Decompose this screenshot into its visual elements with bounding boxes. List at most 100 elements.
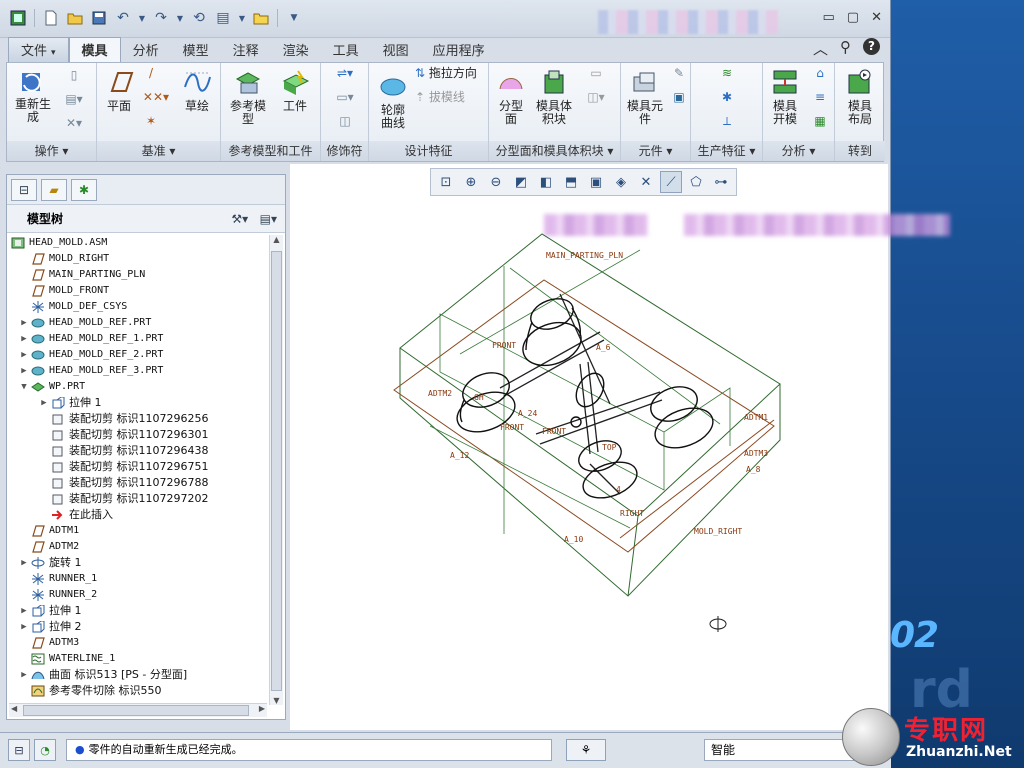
volume-split-icon[interactable]: ▭: [581, 67, 611, 80]
tree-row[interactable]: RUNNER_1: [7, 571, 269, 587]
analysis-2-icon[interactable]: ≡: [809, 91, 831, 104]
modifier-1-icon[interactable]: ⇌▾: [327, 67, 363, 80]
tab-mold[interactable]: 模具: [68, 37, 121, 62]
window-dropdown-icon[interactable]: ▼: [237, 8, 247, 28]
group-label-production[interactable]: 生产特征 ▾: [691, 141, 762, 161]
modifier-2-icon[interactable]: ▭▾: [327, 91, 363, 104]
mold-volume-button[interactable]: 模具体 积块: [531, 69, 577, 126]
volume-tool-icon[interactable]: ◫▾: [581, 91, 611, 104]
open-icon[interactable]: [65, 8, 85, 28]
regenerate-icon[interactable]: ⟲: [189, 8, 209, 28]
point-icon[interactable]: ✕✕▾: [139, 91, 173, 104]
tree-row[interactable]: ▶ HEAD_MOLD_REF_2.PRT: [7, 347, 269, 363]
undo-icon[interactable]: ↶: [113, 8, 133, 28]
parting-surface-button[interactable]: 分型 面: [493, 69, 529, 126]
tree-row[interactable]: ▶ HEAD_MOLD_REF_3.PRT: [7, 363, 269, 379]
redo-icon[interactable]: ↷: [151, 8, 171, 28]
tree-row[interactable]: HEAD_MOLD.ASM: [7, 235, 269, 251]
tab-view[interactable]: 视图: [371, 38, 421, 62]
expand-toggle-icon[interactable]: ▶: [19, 347, 29, 363]
tab-render[interactable]: 渲染: [271, 38, 321, 62]
show-navigator-icon[interactable]: ⊟: [8, 739, 30, 761]
hscroll-thumb[interactable]: [23, 705, 249, 716]
paste-icon[interactable]: ▤▾: [59, 93, 89, 106]
tree-row[interactable]: ▶ 拉伸 1: [7, 603, 269, 619]
graphics-window[interactable]: ⊡ ⊕ ⊖ ◩ ◧ ⬒ ▣ ◈ ✕ ⟋ ⬠ ⊶ MAIN_PARTING_PLN…: [290, 164, 950, 730]
search-icon[interactable]: ⚲: [840, 38, 851, 59]
tree-row[interactable]: ADTM1: [7, 523, 269, 539]
tree-row[interactable]: 装配切剪 标识1107296301: [7, 427, 269, 443]
tree-row[interactable]: WATERLINE_1: [7, 651, 269, 667]
runner-icon[interactable]: ✱: [711, 91, 743, 104]
tab-applications[interactable]: 应用程序: [421, 38, 497, 62]
app-icon[interactable]: [8, 8, 28, 28]
sketch-button[interactable]: 草绘: [177, 69, 217, 113]
drag-direction-button[interactable]: ⇅ 拖拉方向: [415, 67, 487, 80]
expand-toggle-icon[interactable]: ▶: [19, 619, 29, 635]
folder-icon[interactable]: [251, 8, 271, 28]
csys-icon[interactable]: ✶: [139, 115, 163, 128]
collapse-ribbon-icon[interactable]: ︿: [813, 38, 828, 59]
redo-dropdown-icon[interactable]: ▼: [175, 8, 185, 28]
profile-curve-button[interactable]: 轮廓 曲线: [373, 73, 413, 130]
selection-filter[interactable]: 智能: [704, 739, 854, 761]
waterline-icon[interactable]: ≋: [711, 67, 743, 80]
modifier-3-icon[interactable]: ◫: [327, 115, 363, 128]
expand-toggle-icon[interactable]: ▶: [19, 331, 29, 347]
ejector-icon[interactable]: ⟂: [711, 115, 743, 128]
tree-row[interactable]: MOLD_FRONT: [7, 283, 269, 299]
tree-row[interactable]: 参考零件切除 标识550: [7, 683, 269, 699]
tree-row[interactable]: RUNNER_2: [7, 587, 269, 603]
group-label-ref-model[interactable]: 参考模型和工件: [221, 141, 320, 161]
tree-row[interactable]: 装配切剪 标识1107296788: [7, 475, 269, 491]
tree-row[interactable]: ADTM3: [7, 635, 269, 651]
close-icon[interactable]: ✕: [871, 10, 882, 25]
group-label-components[interactable]: 元件 ▾: [621, 141, 690, 161]
model-tree-tab-icon[interactable]: ⊟: [11, 179, 37, 201]
analysis-3-icon[interactable]: ▦: [809, 115, 831, 128]
workpiece-button[interactable]: 工件: [275, 69, 315, 113]
tab-tools[interactable]: 工具: [321, 38, 371, 62]
tree-row[interactable]: ▼ WP.PRT: [7, 379, 269, 395]
find-icon[interactable]: ⚘: [566, 739, 606, 761]
mold-open-button[interactable]: 模具 开模: [765, 69, 805, 126]
maximize-icon[interactable]: ▢: [847, 10, 859, 25]
draft-line-button[interactable]: ⇡ 拔模线: [415, 91, 487, 104]
folder-browser-tab-icon[interactable]: ▰: [41, 179, 67, 201]
tree-row[interactable]: MAIN_PARTING_PLN: [7, 267, 269, 283]
group-label-datum[interactable]: 基准 ▾: [97, 141, 220, 161]
regenerate-button[interactable]: 重新生 成: [11, 67, 55, 124]
tree-vertical-scrollbar[interactable]: ▲ ▼: [269, 235, 283, 705]
group-label-parting[interactable]: 分型面和模具体积块 ▾: [489, 141, 620, 161]
tree-row[interactable]: ▶ HEAD_MOLD_REF.PRT: [7, 315, 269, 331]
tree-row[interactable]: ▶ 旋转 1: [7, 555, 269, 571]
show-browser-icon[interactable]: ◔: [34, 739, 56, 761]
analysis-1-icon[interactable]: ⌂: [809, 67, 831, 80]
tree-row[interactable]: 装配切剪 标识1107296256: [7, 411, 269, 427]
tree-row[interactable]: MOLD_DEF_CSYS: [7, 299, 269, 315]
group-label-operations[interactable]: 操作 ▾: [7, 141, 96, 161]
expand-toggle-icon[interactable]: ▶: [39, 395, 49, 411]
tree-row[interactable]: ▶ 曲面 标识513 [PS - 分型面]: [7, 667, 269, 683]
component-tool-1-icon[interactable]: ✎: [669, 67, 689, 80]
mold-layout-button[interactable]: 模具 布局: [839, 69, 881, 126]
tree-row[interactable]: ADTM2: [7, 539, 269, 555]
tree-row[interactable]: 装配切剪 标识1107296438: [7, 443, 269, 459]
tree-row[interactable]: ▶ 拉伸 1: [7, 395, 269, 411]
tree-row[interactable]: ▶ HEAD_MOLD_REF_1.PRT: [7, 331, 269, 347]
axis-icon[interactable]: /: [139, 67, 163, 80]
plane-button[interactable]: 平面: [101, 69, 137, 113]
expand-toggle-icon[interactable]: ▶: [19, 363, 29, 379]
new-icon[interactable]: [41, 8, 61, 28]
tab-model[interactable]: 模型: [171, 38, 221, 62]
tree-row[interactable]: 装配切剪 标识1107297202: [7, 491, 269, 507]
minimize-icon[interactable]: ▭: [823, 10, 835, 25]
save-icon[interactable]: [89, 8, 109, 28]
group-label-analysis[interactable]: 分析 ▾: [763, 141, 834, 161]
ref-model-button[interactable]: 参考模 型: [227, 69, 269, 126]
window-icon[interactable]: ▤: [213, 8, 233, 28]
delete-icon[interactable]: ✕▾: [59, 117, 89, 130]
favorites-tab-icon[interactable]: ✱: [71, 179, 97, 201]
mold-component-button[interactable]: 模具元 件: [623, 69, 667, 126]
tree-row[interactable]: ▶ 拉伸 2: [7, 619, 269, 635]
